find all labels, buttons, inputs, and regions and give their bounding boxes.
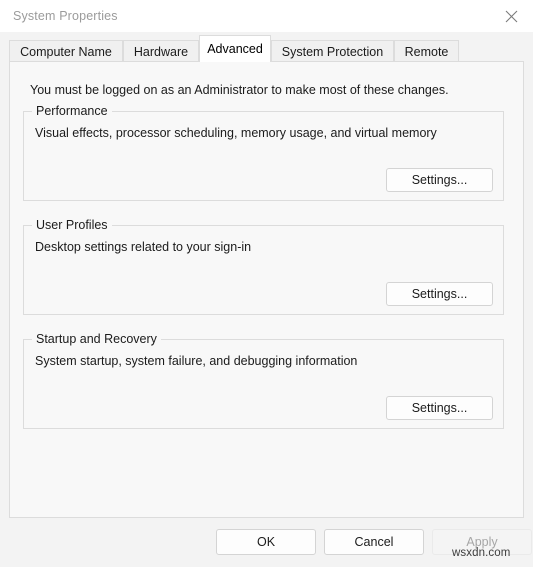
group-legend-performance: Performance [32,104,112,118]
group-legend-user-profiles: User Profiles [32,218,112,232]
tab-computer-name[interactable]: Computer Name [9,40,123,62]
system-properties-window: System Properties Computer Name Hardware A… [0,0,533,567]
group-description-startup-and-recovery: System startup, system failure, and debu… [35,354,358,368]
title-bar: System Properties [0,0,533,32]
settings-button-startup-and-recovery[interactable]: Settings... [386,396,493,420]
dialog-footer: OK Cancel Apply [0,518,533,567]
cancel-button[interactable]: Cancel [324,529,424,555]
tab-system-protection[interactable]: System Protection [271,40,394,62]
tab-advanced[interactable]: Advanced [199,35,271,62]
close-icon[interactable] [489,0,533,32]
tab-remote[interactable]: Remote [394,40,459,62]
group-startup-and-recovery: Startup and Recovery System startup, syst… [23,332,504,429]
settings-button-user-profiles[interactable]: Settings... [386,282,493,306]
group-description-user-profiles: Desktop settings related to your sign-in [35,240,252,254]
tab-panel-advanced: You must be logged on as an Administrato… [9,61,524,548]
tab-hardware[interactable]: Hardware [123,40,199,62]
administrator-notice: You must be logged on as an Administrato… [30,83,449,97]
group-user-profiles: User Profiles Desktop settings related to… [23,218,504,315]
watermark: wsxdn.com [452,547,511,559]
group-description-performance: Visual effects, processor scheduling, me… [35,126,437,140]
group-legend-startup-and-recovery: Startup and Recovery [32,332,161,346]
window-title: System Properties [13,9,118,23]
group-performance: Performance Visual effects, processor sch… [23,104,504,201]
ok-button[interactable]: OK [216,529,316,555]
tab-strip: Computer Name Hardware Advanced System Prot… [0,32,533,62]
settings-button-performance[interactable]: Settings... [386,168,493,192]
